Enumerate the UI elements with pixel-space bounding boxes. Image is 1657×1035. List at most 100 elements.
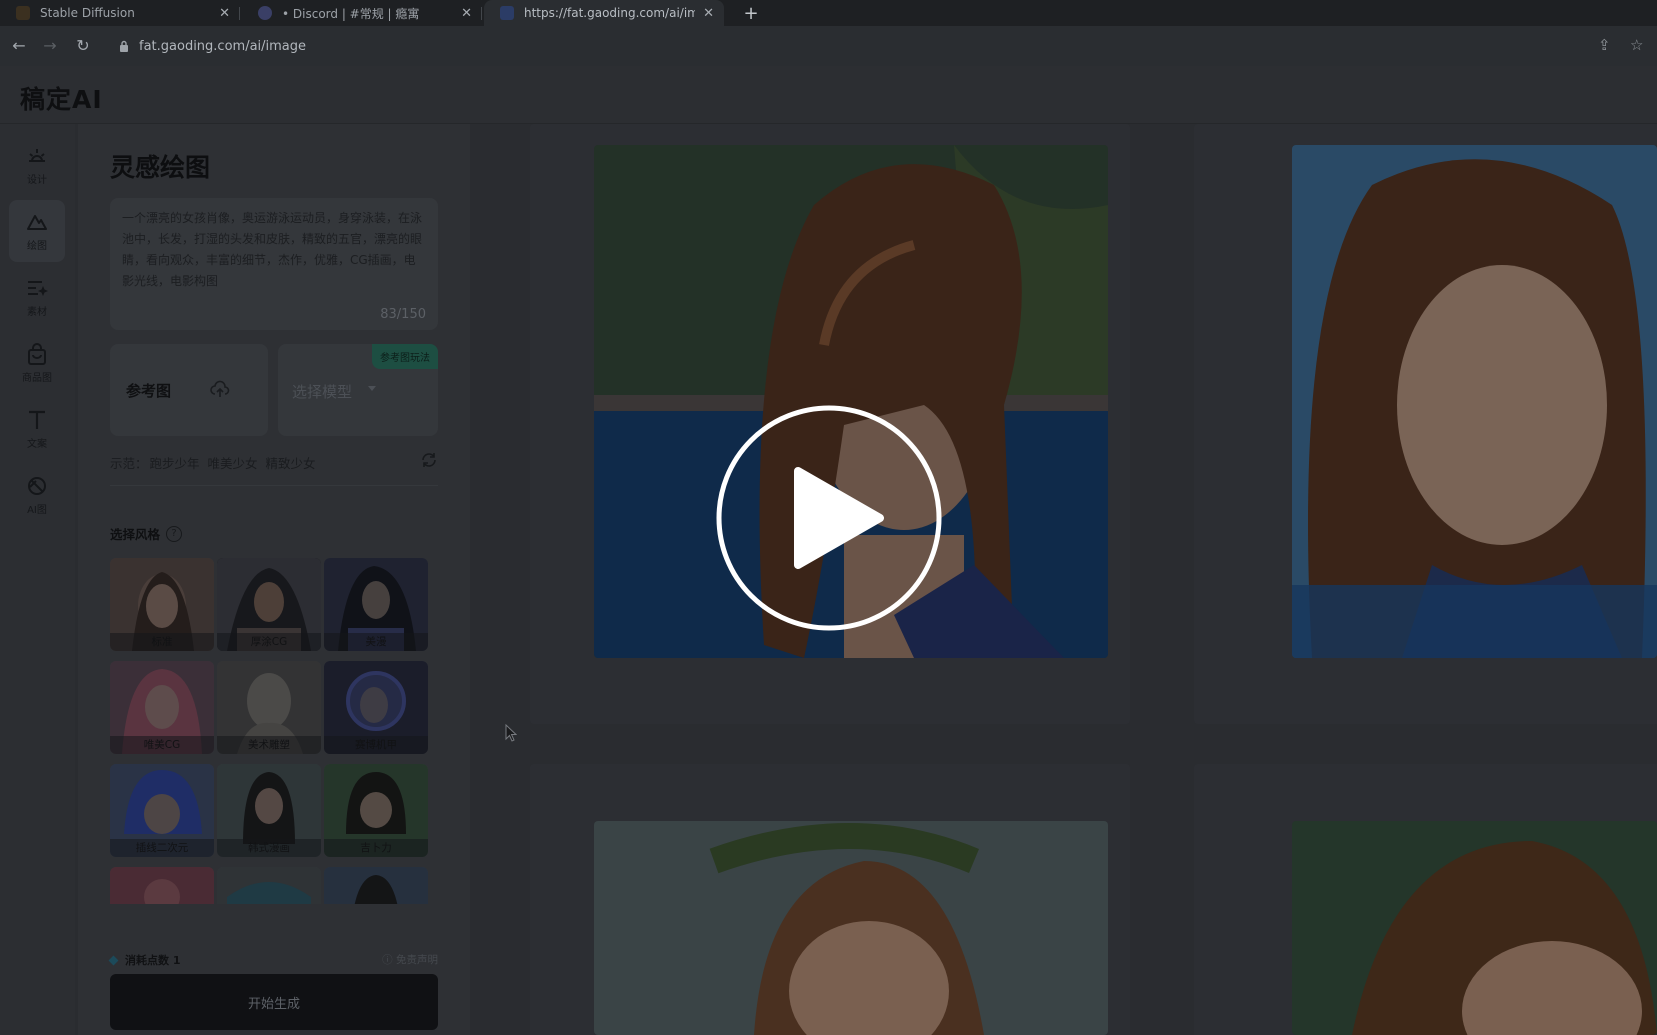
prompt-textarea[interactable]: 一个漂亮的女孩肖像，奥运游泳运动员，身穿泳装，在泳池中，长发，打湿的头发和皮肤，…	[110, 198, 438, 330]
logo[interactable]: 稿定AI	[20, 80, 103, 116]
style-heading: 选择风格 ?	[110, 524, 183, 543]
style-card-anime-lines[interactable]: 插线二次元	[110, 764, 214, 857]
style-card-sculpture[interactable]: 美术雕塑	[217, 661, 321, 754]
style-card[interactable]	[324, 867, 428, 904]
generate-button[interactable]: 开始生成	[110, 974, 438, 1030]
example-chip[interactable]: 唯美少女	[208, 453, 258, 472]
list-sparkle-icon	[28, 280, 48, 296]
style-label: 插线二次元	[110, 839, 214, 857]
style-grid: 标准 厚涂CG 美漫 唯美CG 美术雕塑 赛博机甲 插线二次元 韩式漫画 吉卜力	[110, 558, 438, 904]
rail-item-ai-image[interactable]: AI图	[9, 464, 65, 526]
rail-label: 绘图	[27, 240, 47, 252]
style-card-korean-comic[interactable]: 韩式漫画	[217, 764, 321, 857]
text-icon	[29, 410, 45, 429]
style-thumbnail	[324, 867, 428, 904]
rail-item-product[interactable]: 商品图	[9, 332, 65, 394]
example-chip[interactable]: 精致少女	[266, 453, 316, 472]
char-count: 83/150	[380, 307, 426, 322]
reload-icon[interactable]: ↻	[73, 36, 93, 55]
page-title: 灵感绘图	[110, 153, 211, 182]
new-tab-button[interactable]: +	[740, 0, 762, 26]
disclaimer-text: 免责声明	[396, 954, 438, 966]
browser-tab-stable-diffusion[interactable]: Stable Diffusion ✕	[0, 0, 240, 26]
ai-image-icon	[28, 476, 46, 495]
shopping-bag-icon	[28, 342, 46, 365]
style-label: 美术雕塑	[217, 736, 321, 754]
generated-image	[1292, 821, 1657, 1035]
disclaimer-link[interactable]: ⓘ 免责声明	[382, 952, 438, 967]
help-icon[interactable]: ?	[166, 525, 183, 542]
bookmark-star-icon[interactable]: ☆	[1630, 36, 1643, 54]
gaoding-favicon-icon	[500, 6, 514, 20]
left-nav-rail: 设计 绘图 素材 商品图 文案 AI图	[0, 124, 75, 1035]
example-chip[interactable]: 跑步少年	[150, 453, 200, 472]
browser-tab-gaoding[interactable]: https://fat.gaoding.com/ai/im ✕	[484, 0, 724, 26]
rail-item-material[interactable]: 素材	[9, 266, 65, 328]
url-field[interactable]: fat.gaoding.com/ai/image	[110, 33, 1590, 59]
share-icon[interactable]: ⇪	[1598, 36, 1611, 54]
style-label: 赛博机甲	[324, 736, 428, 754]
stable-diffusion-favicon-icon	[16, 6, 30, 20]
generated-image	[594, 821, 1108, 1035]
tab-title: • Discord | #常规 | 瘾寓	[282, 6, 420, 21]
url-text: fat.gaoding.com/ai/image	[139, 38, 307, 54]
divider	[110, 485, 438, 486]
sunrise-icon	[29, 148, 45, 162]
style-card-american-comic[interactable]: 美漫	[324, 558, 428, 651]
cost-label: 消耗点数 1	[125, 954, 181, 967]
prompt-text: 一个漂亮的女孩肖像，奥运游泳运动员，身穿泳装，在泳池中，长发，打湿的头发和皮肤，…	[122, 211, 423, 288]
examples-row: 示范： 跑步少年 唯美少女 精致少女	[110, 453, 438, 472]
style-thumbnail	[217, 867, 321, 904]
diamond-icon	[108, 955, 119, 965]
discord-favicon-icon	[258, 6, 272, 20]
style-card[interactable]	[217, 867, 321, 904]
address-bar: ← → ↻ fat.gaoding.com/ai/image ⇪ ☆	[0, 26, 1657, 66]
lock-icon	[120, 40, 128, 52]
browser-tab-discord[interactable]: • Discord | #常规 | 瘾寓 ✕	[242, 0, 482, 26]
style-card-thick-cg[interactable]: 厚涂CG	[217, 558, 321, 651]
back-arrow-icon[interactable]: ←	[9, 36, 29, 55]
rail-label: 设计	[27, 174, 47, 186]
forward-arrow-icon[interactable]: →	[40, 36, 60, 55]
browser-tab-bar: Stable Diffusion ✕ • Discord | #常规 | 瘾寓 …	[0, 0, 1657, 26]
rail-label: 商品图	[22, 372, 52, 384]
cloud-upload-icon	[210, 380, 230, 397]
rail-item-copywriting[interactable]: 文案	[9, 398, 65, 460]
style-label: 美漫	[324, 633, 428, 651]
mountain-icon	[27, 214, 47, 230]
mouse-cursor-icon	[505, 724, 517, 742]
style-card-standard[interactable]: 标准	[110, 558, 214, 651]
play-video-button[interactable]	[714, 403, 944, 633]
close-tab-icon[interactable]: ✕	[461, 6, 472, 21]
examples-label: 示范：	[110, 456, 148, 471]
control-panel: 灵感绘图 一个漂亮的女孩肖像，奥运游泳运动员，身穿泳装，在泳池中，长发，打湿的头…	[78, 124, 470, 1035]
result-image-4[interactable]	[1292, 821, 1657, 1035]
style-card-aesthetic-cg[interactable]: 唯美CG	[110, 661, 214, 754]
reference-image-upload[interactable]: 参考图	[110, 344, 268, 436]
app-header: 稿定AI	[0, 66, 1657, 124]
close-tab-icon[interactable]: ✕	[703, 6, 714, 21]
rail-item-draw[interactable]: 绘图	[9, 200, 65, 262]
refresh-icon[interactable]	[420, 451, 438, 469]
model-select[interactable]: 选择模型 参考图玩法	[278, 344, 438, 436]
tab-title: Stable Diffusion	[40, 6, 135, 20]
reference-play-badge[interactable]: 参考图玩法	[372, 344, 438, 369]
style-label: 唯美CG	[110, 736, 214, 754]
close-tab-icon[interactable]: ✕	[219, 6, 230, 21]
model-placeholder: 选择模型	[292, 383, 353, 401]
rail-label: 文案	[27, 438, 47, 450]
result-image-2[interactable]	[1292, 145, 1657, 658]
reference-label: 参考图	[126, 382, 172, 400]
style-card[interactable]	[110, 867, 214, 904]
style-label: 吉卜力	[324, 839, 428, 857]
cost-info: 消耗点数 1	[108, 952, 181, 968]
rail-label: AI图	[27, 504, 47, 516]
style-card-ghibli[interactable]: 吉卜力	[324, 764, 428, 857]
style-label: 韩式漫画	[217, 839, 321, 857]
result-image-3[interactable]	[594, 821, 1108, 1035]
style-heading-text: 选择风格	[110, 527, 161, 542]
rail-item-design[interactable]: 设计	[9, 134, 65, 196]
style-card-cyber-mecha[interactable]: 赛博机甲	[324, 661, 428, 754]
panel-footer: 消耗点数 1 ⓘ 免责声明 开始生成	[78, 954, 470, 1035]
generated-image	[1292, 145, 1657, 658]
